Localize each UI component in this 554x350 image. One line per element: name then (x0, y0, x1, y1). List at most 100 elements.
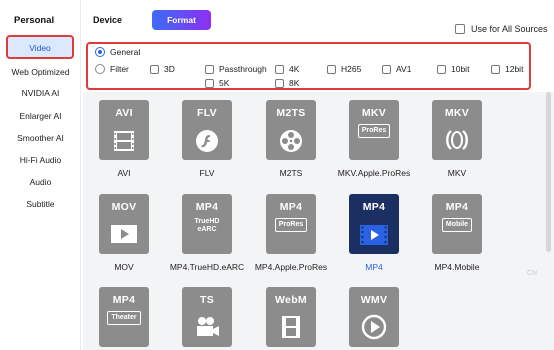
filter-label: Filter (110, 64, 129, 74)
filter-option-label: 3D (164, 64, 175, 74)
format-tile[interactable]: WMV (349, 287, 399, 347)
format-tile[interactable]: MP4 Mobile (432, 194, 482, 254)
format-mp4-truehd-earc[interactable]: MP4 TrueHD eARC MP4.TrueHD.eARC (167, 194, 247, 272)
format-label: MKV.Apple.ProRes (337, 168, 411, 178)
general-radio[interactable]: General (95, 47, 140, 57)
format-flv[interactable]: FLV FLV (167, 100, 247, 178)
format-label: FLV (199, 168, 215, 178)
use-for-all-sources-label: Use for All Sources (471, 24, 548, 34)
format-code: MP4 (279, 201, 303, 213)
filter-12bit-checkbox[interactable]: 12bit (491, 64, 523, 74)
sidebar-item-video[interactable]: Video (6, 35, 74, 59)
sidebar-item-hifi-audio[interactable]: Hi-Fi Audio (0, 155, 81, 165)
filter-option-label: Passthrough (219, 64, 267, 74)
format-grid: AVI AVI FLV FLV M2TS M2TS MKV ProRes MKV… (83, 92, 543, 350)
format-m2ts[interactable]: M2TS M2TS (251, 100, 331, 178)
format-tile-selected[interactable]: MP4 (349, 194, 399, 254)
sidebar-item-enlarger-ai[interactable]: Enlarger AI (0, 111, 81, 121)
filter-4k-checkbox[interactable]: 4K (275, 64, 299, 74)
format-tile[interactable]: TS (182, 287, 232, 347)
format-code: TS (199, 294, 215, 306)
format-label: MP4.Apple.ProRes (254, 262, 328, 272)
play-screen-icon (111, 225, 137, 243)
format-code: WebM (275, 294, 307, 306)
film-play-icon (360, 225, 388, 245)
format-tile[interactable]: MKV (432, 100, 482, 160)
format-label: MOV (114, 262, 134, 272)
tab-device[interactable]: Device (93, 15, 122, 25)
use-for-all-sources-checkbox[interactable]: Use for All Sources (455, 24, 548, 34)
format-tile[interactable]: FLV (182, 100, 232, 160)
format-wmv[interactable]: WMV (334, 287, 414, 347)
sidebar-item-web-optimized[interactable]: Web Optimized (0, 67, 81, 77)
format-code: FLV (197, 107, 217, 119)
filter-option-label: H265 (341, 64, 362, 74)
film-strip-icon (114, 131, 134, 151)
radio-icon[interactable] (95, 64, 105, 74)
format-mkv[interactable]: MKV MKV (417, 100, 497, 178)
general-label: General (110, 47, 141, 57)
checkbox-icon[interactable] (327, 64, 336, 74)
checkbox-icon[interactable] (205, 64, 214, 74)
radio-selected-icon[interactable] (95, 47, 105, 57)
checkbox-icon[interactable] (275, 64, 284, 74)
format-mkv-apple-prores[interactable]: MKV ProRes MKV.Apple.ProRes (334, 100, 414, 178)
ghost-text: CN (527, 270, 538, 277)
format-code: WMV (360, 294, 388, 306)
tab-format[interactable]: Format (152, 10, 211, 30)
sidebar-item-smoother-ai[interactable]: Smoother AI (0, 133, 81, 143)
format-mp4-apple-prores[interactable]: MP4 ProRes MP4.Apple.ProRes (251, 194, 331, 272)
filter-10bit-checkbox[interactable]: 10bit (437, 64, 469, 74)
format-code: MKV (361, 107, 387, 119)
sidebar-header: Personal (14, 15, 55, 26)
format-tile[interactable]: WebM (266, 287, 316, 347)
filter-passthrough-checkbox[interactable]: Passthrough (205, 64, 267, 74)
filter-option-label: 8K (289, 78, 300, 88)
checkbox-box[interactable] (455, 24, 465, 34)
format-label: MP4.TrueHD.eARC (169, 262, 245, 272)
sidebar-item-subtitle[interactable]: Subtitle (0, 199, 81, 209)
scrollbar-thumb[interactable] (546, 92, 551, 252)
format-mp4-mobile[interactable]: MP4 Mobile MP4.Mobile (417, 194, 497, 272)
filter-option-label: AV1 (396, 64, 412, 74)
filter-8k-checkbox[interactable]: 8K (275, 78, 299, 88)
sidebar-item-nvidia-ai[interactable]: NVIDIA AI (0, 88, 81, 98)
format-tile[interactable]: MOV (99, 194, 149, 254)
format-tile[interactable]: M2TS (266, 100, 316, 160)
checkbox-icon[interactable] (275, 78, 284, 88)
format-tile[interactable]: MP4 TrueHD eARC (182, 194, 232, 254)
filter-panel: General Filter 3D Passthrough 4K H265 AV… (86, 42, 531, 90)
format-mp4[interactable]: MP4 MP4 (334, 194, 414, 272)
filter-option-label: 10bit (451, 64, 470, 74)
checkbox-icon[interactable] (150, 64, 159, 74)
format-tile[interactable]: MP4 Theater (99, 287, 149, 347)
format-label: MP4.Mobile (434, 262, 480, 272)
matroska-icon (446, 130, 468, 150)
format-code: M2TS (276, 107, 306, 119)
format-ts[interactable]: TS (167, 287, 247, 347)
format-webm[interactable]: WebM (251, 287, 331, 347)
format-label: MP4 (365, 262, 383, 272)
filter-3d-checkbox[interactable]: 3D (150, 64, 175, 74)
filter-radio[interactable]: Filter (95, 64, 129, 74)
format-code: MP4 (195, 201, 219, 213)
checkbox-icon[interactable] (437, 64, 446, 74)
format-tile[interactable]: AVI (99, 100, 149, 160)
filter-h265-checkbox[interactable]: H265 (327, 64, 361, 74)
checkbox-icon[interactable] (382, 64, 391, 74)
filter-av1-checkbox[interactable]: AV1 (382, 64, 411, 74)
format-mp4-theater[interactable]: MP4 Theater (84, 287, 164, 347)
format-sub: TrueHD eARC (194, 218, 220, 233)
checkbox-icon[interactable] (205, 78, 214, 88)
filter-5k-checkbox[interactable]: 5K (205, 78, 229, 88)
format-tile[interactable]: MKV ProRes (349, 100, 399, 160)
format-label: AVI (117, 168, 131, 178)
flash-icon (196, 130, 218, 152)
format-tile[interactable]: MP4 ProRes (266, 194, 316, 254)
sidebar-item-audio[interactable]: Audio (0, 177, 81, 187)
checkbox-icon[interactable] (491, 64, 500, 74)
format-code: MP4 (362, 201, 386, 213)
format-mov[interactable]: MOV MOV (84, 194, 164, 272)
filter-option-label: 5K (219, 78, 230, 88)
format-avi[interactable]: AVI AVI (84, 100, 164, 178)
